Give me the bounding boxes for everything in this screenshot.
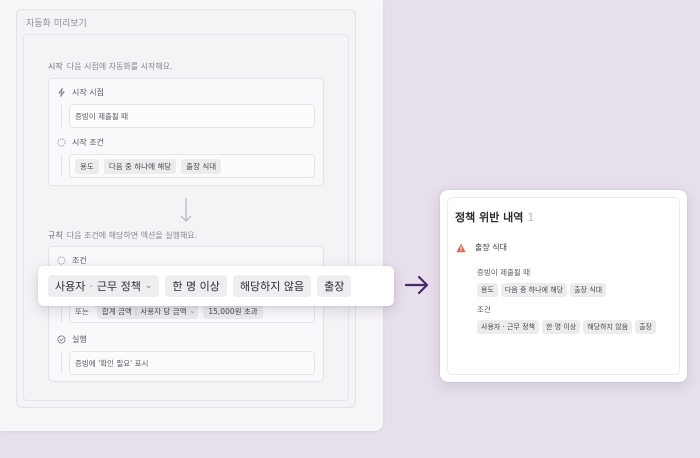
policy-title-text: 정책 위반 내역 — [455, 211, 524, 224]
arrow-right-icon — [404, 275, 429, 295]
violation-count: 1 — [527, 211, 535, 224]
trigger-chip: 출장 식대 — [570, 283, 607, 297]
condition-chip: 출장 — [635, 320, 656, 334]
start-desc: 다음 시점에 자동화를 시작해요. — [66, 62, 173, 71]
action-label: 실행 — [72, 335, 87, 344]
start-label: 시작 — [48, 62, 63, 71]
start-section-label: 시작 다음 시점에 자동화를 시작해요. — [48, 61, 173, 72]
check-circle-icon — [57, 335, 66, 344]
violation-trigger-chips: 용도 다음 중 하나에 해당 출장 식대 — [477, 283, 657, 297]
rule-condition-row: 조건 — [57, 255, 87, 266]
trigger-value: 증빙이 제출될 때 — [75, 111, 129, 121]
dashed-circle-icon — [57, 138, 66, 147]
user-policy-chip[interactable]: 사용자 · 근무 정책 ⌄ — [48, 275, 160, 297]
dashed-circle-icon — [57, 256, 66, 265]
policy-title: 정책 위반 내역 1 — [455, 209, 534, 225]
rule-condition-label: 조건 — [72, 256, 87, 265]
chip-user: 사용자 — [55, 280, 86, 293]
action-row: 실행 — [57, 334, 87, 345]
operator-chip[interactable]: 해당하지 않음 — [232, 275, 312, 297]
condition-chip: 한 명 이상 — [541, 320, 581, 334]
action-value-box[interactable]: 증빙에 '확인 필요' 표시 — [61, 351, 315, 375]
violation-condition-chips: 사용자 · 근무 정책 한 명 이상 해당하지 않음 출장 — [477, 320, 657, 334]
or-chip-label: 합계 금액 — [101, 306, 132, 316]
trigger-value-box[interactable]: 증빙이 제출될 때 — [61, 104, 315, 128]
trigger-label: 시작 시점 — [72, 88, 104, 97]
action-value: 증빙에 '확인 필요' 표시 — [75, 358, 149, 368]
trigger-chip: 다음 중 하나에 해당 — [500, 283, 568, 297]
condition-chip: 해당하지 않음 — [583, 320, 633, 334]
or-label: 또는 — [75, 306, 89, 316]
start-card: 시작 시점 증빙이 제출될 때 시작 조건 용도 다음 중 하나에 해당 출장 … — [48, 78, 324, 186]
start-condition-chip: 용도 — [75, 158, 99, 174]
start-condition-label: 시작 조건 — [72, 138, 104, 147]
chip-separator: · — [89, 279, 93, 293]
chevron-down-icon: ⌄ — [189, 307, 196, 315]
rule-desc: 다음 조건에 해당하면 액션을 실행해요. — [66, 231, 198, 240]
policy-violation-card: 정책 위반 내역 1 출장 식대 증빙이 제출될 때 용도 다음 중 하나에 해당… — [440, 190, 687, 382]
start-condition-box[interactable]: 용도 다음 중 하나에 해당 출장 식대 — [61, 154, 315, 178]
warning-icon — [456, 243, 466, 252]
or-chip-label: 사용자 당 금액 — [140, 306, 187, 316]
violation-title: 출장 식대 — [475, 243, 507, 252]
rule-section-label: 규칙 다음 조건에 해당하면 액션을 실행해요. — [48, 230, 197, 241]
trigger-chip: 용도 — [477, 283, 498, 297]
lightning-icon — [58, 88, 65, 97]
value-chip[interactable]: 출장 — [317, 275, 352, 297]
chevron-down-icon: ⌄ — [144, 281, 153, 291]
start-condition-row: 시작 조건 — [57, 137, 104, 148]
preview-title: 자동화 미리보기 — [26, 19, 87, 29]
chip-policy: 근무 정책 — [96, 280, 141, 293]
arrow-down-icon — [180, 198, 192, 222]
violation-trigger-text: 증빙이 제출될 때 — [477, 268, 531, 277]
highlighted-condition-bar: 사용자 · 근무 정책 ⌄ 한 명 이상 해당하지 않음 출장 — [38, 266, 394, 306]
trigger-row: 시작 시점 — [57, 87, 104, 98]
violation-condition-label: 조건 — [477, 305, 491, 314]
start-condition-chip: 다음 중 하나에 해당 — [103, 158, 177, 174]
quantifier-chip[interactable]: 한 명 이상 — [165, 275, 227, 297]
start-condition-chip: 출장 식대 — [181, 158, 222, 174]
automation-preview-panel: 자동화 미리보기 시작 다음 시점에 자동화를 시작해요. 시작 시점 증빙이 제… — [0, 0, 383, 431]
violation-item: 출장 식대 — [456, 242, 507, 253]
rule-label: 규칙 — [48, 231, 63, 240]
condition-chip: 사용자 · 근무 정책 — [477, 320, 539, 334]
